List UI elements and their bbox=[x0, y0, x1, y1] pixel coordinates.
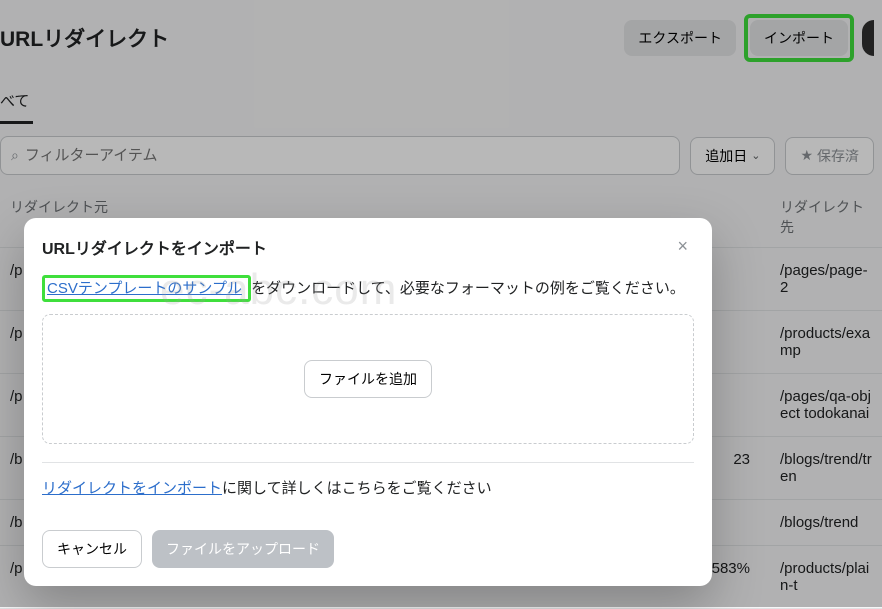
divider bbox=[42, 462, 694, 463]
modal-title: URLリダイレクトをインポート bbox=[42, 235, 267, 259]
cancel-button[interactable]: キャンセル bbox=[42, 530, 142, 568]
csv-template-link[interactable]: CSVテンプレートのサンプル bbox=[47, 280, 242, 297]
add-file-button[interactable]: ファイルを追加 bbox=[304, 360, 432, 398]
upload-button[interactable]: ファイルをアップロード bbox=[152, 530, 334, 568]
learn-more-link[interactable]: リダイレクトをインポート bbox=[42, 480, 222, 497]
import-modal: URLリダイレクトをインポート × CSVテンプレートのサンプル をダウンロード… bbox=[24, 218, 712, 586]
csv-rest-text: をダウンロードして、必要なフォーマットの例をご覧ください。 bbox=[251, 280, 685, 297]
learn-rest-text: に関して詳しくはこちらをご覧ください bbox=[222, 480, 492, 497]
csv-link-highlight: CSVテンプレートのサンプル bbox=[42, 275, 251, 302]
file-dropzone[interactable]: ファイルを追加 bbox=[42, 314, 694, 444]
close-icon[interactable]: × bbox=[671, 234, 694, 259]
csv-instruction: CSVテンプレートのサンプル をダウンロードして、必要なフォーマットの例をご覧く… bbox=[42, 277, 694, 298]
learn-more-line: リダイレクトをインポートに関して詳しくはこちらをご覧ください bbox=[42, 477, 694, 498]
